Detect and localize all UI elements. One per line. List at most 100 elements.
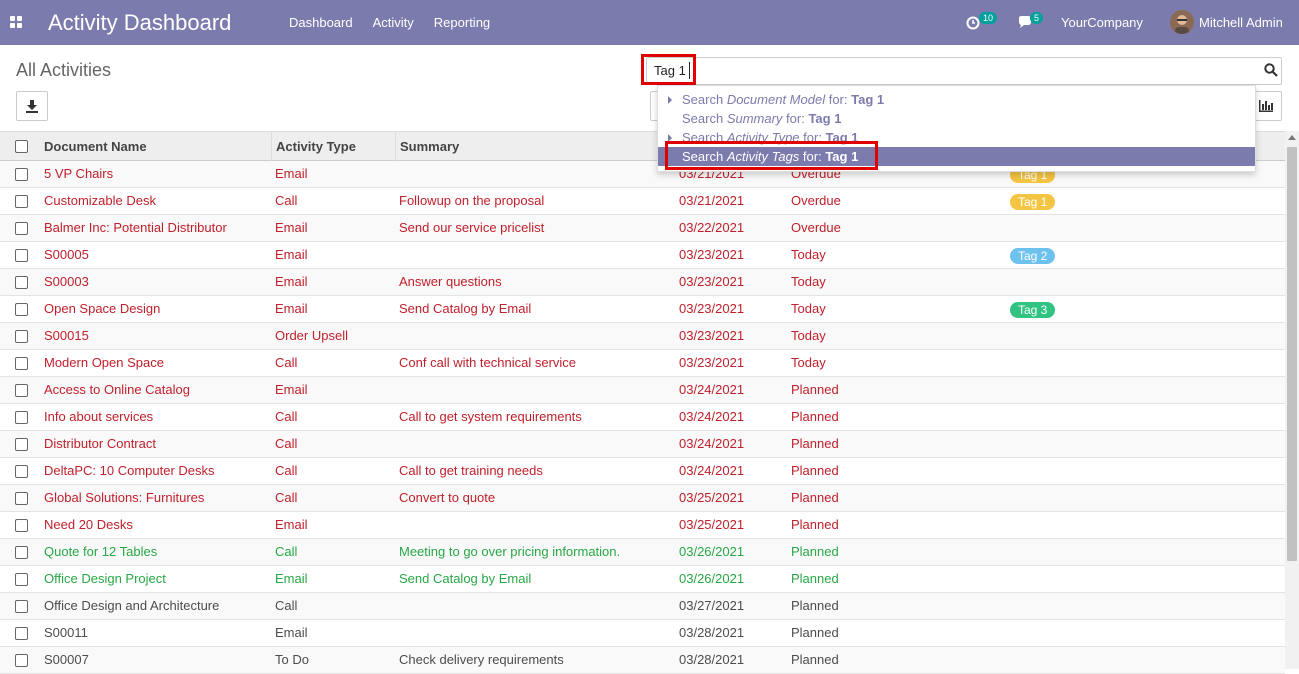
menu-item-dashboard[interactable]: Dashboard: [289, 15, 353, 30]
cell-due-date: 03/23/2021: [679, 247, 745, 262]
column-header-summary[interactable]: Summary: [395, 132, 675, 161]
row-checkbox[interactable]: [15, 384, 28, 397]
row-checkbox[interactable]: [15, 627, 28, 640]
cell-activity-type: Email: [275, 382, 308, 397]
cell-document-name[interactable]: Modern Open Space: [44, 350, 164, 376]
table-row[interactable]: S00003 Email Answer questions 03/23/2021 Tod…: [0, 269, 1285, 296]
cell-document-name[interactable]: Office Design and Architecture: [44, 593, 219, 619]
search-icon[interactable]: [1264, 63, 1278, 77]
user-menu[interactable]: Mitchell Admin: [1199, 15, 1283, 30]
app-brand[interactable]: Activity Dashboard: [48, 10, 231, 36]
row-checkbox[interactable]: [15, 600, 28, 613]
cell-state: Planned: [791, 544, 839, 559]
cell-document-name[interactable]: Info about services: [44, 404, 153, 430]
table-row[interactable]: Open Space Design Email Send Catalog by Em…: [0, 296, 1285, 323]
cell-document-name[interactable]: Office Design Project: [44, 566, 166, 592]
cell-document-name[interactable]: Quote for 12 Tables: [44, 539, 157, 565]
row-checkbox[interactable]: [15, 519, 28, 532]
cell-document-name[interactable]: Open Space Design: [44, 296, 160, 322]
row-checkbox[interactable]: [15, 195, 28, 208]
search-bar[interactable]: [646, 57, 1282, 85]
table-row[interactable]: S00011 Email 03/28/2021 Planned: [0, 620, 1285, 647]
highlight-annotation-activity-tags: [665, 141, 878, 170]
cell-document-name[interactable]: S00007: [44, 647, 89, 673]
column-header-document-name[interactable]: Document Name: [40, 132, 271, 161]
cell-document-name[interactable]: S00015: [44, 323, 89, 349]
row-checkbox[interactable]: [15, 222, 28, 235]
row-checkbox[interactable]: [15, 249, 28, 262]
row-checkbox[interactable]: [15, 573, 28, 586]
table-row[interactable]: Balmer Inc: Potential Distributor Email Se…: [0, 215, 1285, 242]
row-checkbox[interactable]: [15, 438, 28, 451]
row-checkbox[interactable]: [15, 546, 28, 559]
top-navbar: Activity Dashboard Dashboard Activity Re…: [0, 0, 1299, 45]
select-all-checkbox[interactable]: [15, 140, 28, 153]
cell-document-name[interactable]: S00011: [44, 620, 88, 646]
dropdown-item-document-model[interactable]: Search Document Model for: Tag 1: [658, 90, 1255, 109]
cell-state: Overdue: [791, 193, 841, 208]
menu-item-reporting[interactable]: Reporting: [434, 15, 490, 30]
row-checkbox[interactable]: [15, 303, 28, 316]
cell-document-name[interactable]: Customizable Desk: [44, 188, 156, 214]
activity-tag-badge: Tag 2: [1010, 248, 1056, 264]
cell-due-date: 03/24/2021: [679, 463, 745, 478]
table-row[interactable]: Modern Open Space Call Conf call with tech…: [0, 350, 1285, 377]
cell-document-name[interactable]: S00005: [44, 242, 89, 268]
download-button[interactable]: [16, 91, 48, 121]
expand-caret-icon[interactable]: [668, 96, 672, 104]
cell-summary: Followup on the proposal: [399, 193, 545, 208]
scroll-up-arrow-icon[interactable]: [1288, 135, 1296, 140]
cell-state: Today: [791, 301, 826, 316]
scrollbar-thumb[interactable]: [1287, 147, 1297, 561]
menu-item-activity[interactable]: Activity: [373, 15, 414, 30]
cell-activity-type: Call: [275, 598, 298, 613]
cell-due-date: 03/23/2021: [679, 274, 745, 289]
table-row[interactable]: Quote for 12 Tables Call Meeting to go ove…: [0, 539, 1285, 566]
table-row[interactable]: Access to Online Catalog Email 03/24/2021 P…: [0, 377, 1285, 404]
company-switcher[interactable]: YourCompany: [1061, 15, 1143, 30]
apps-menu-icon[interactable]: [10, 16, 23, 29]
cell-summary: Convert to quote: [399, 490, 496, 505]
user-avatar[interactable]: [1170, 10, 1194, 34]
row-checkbox[interactable]: [15, 465, 28, 478]
table-row[interactable]: Office Design Project Email Send Catalog b…: [0, 566, 1285, 593]
table-row[interactable]: Distributor Contract Call 03/24/2021 Planne…: [0, 431, 1285, 458]
cell-activity-type: To Do: [275, 652, 309, 667]
table-row[interactable]: Global Solutions: Furnitures Call Convert …: [0, 485, 1285, 512]
cell-activity-type: Email: [275, 274, 308, 289]
table-row[interactable]: S00005 Email 03/23/2021 Today Tag 2: [0, 242, 1285, 269]
cell-document-name[interactable]: S00003: [44, 269, 89, 295]
cell-document-name[interactable]: Access to Online Catalog: [44, 377, 190, 403]
cell-activity-type: Email: [275, 625, 308, 640]
row-checkbox[interactable]: [15, 411, 28, 424]
table-row[interactable]: Info about services Call Call to get syste…: [0, 404, 1285, 431]
cell-document-name[interactable]: Global Solutions: Furnitures: [44, 485, 204, 511]
cell-due-date: 03/22/2021: [679, 220, 745, 235]
table-row[interactable]: Customizable Desk Call Followup on the pro…: [0, 188, 1285, 215]
cell-document-name[interactable]: 5 VP Chairs: [44, 161, 113, 187]
cell-state: Planned: [791, 490, 839, 505]
cell-state: Planned: [791, 625, 839, 640]
table-row[interactable]: DeltaPC: 10 Computer Desks Call Call to ge…: [0, 458, 1285, 485]
table-row[interactable]: Need 20 Desks Email 03/25/2021 Planned: [0, 512, 1285, 539]
cell-document-name[interactable]: Distributor Contract: [44, 431, 156, 457]
column-header-activity-type[interactable]: Activity Type: [271, 132, 395, 161]
table-row[interactable]: Office Design and Architecture Call 03/27/…: [0, 593, 1285, 620]
table-row[interactable]: S00015 Order Upsell 03/23/2021 Today: [0, 323, 1285, 350]
row-checkbox[interactable]: [15, 330, 28, 343]
cell-document-name[interactable]: DeltaPC: 10 Computer Desks: [44, 458, 215, 484]
row-checkbox[interactable]: [15, 168, 28, 181]
cell-summary: Call to get system requirements: [399, 409, 582, 424]
cell-document-name[interactable]: Balmer Inc: Potential Distributor: [44, 215, 227, 241]
vertical-scrollbar[interactable]: [1285, 131, 1299, 669]
cell-state: Planned: [791, 598, 839, 613]
row-checkbox[interactable]: [15, 654, 28, 667]
row-checkbox[interactable]: [15, 357, 28, 370]
row-checkbox[interactable]: [15, 276, 28, 289]
row-checkbox[interactable]: [15, 492, 28, 505]
cell-document-name[interactable]: Need 20 Desks: [44, 512, 133, 538]
cell-summary: Send Catalog by Email: [399, 571, 532, 586]
cell-activity-type: Call: [275, 436, 298, 451]
dropdown-item-summary[interactable]: Search Summary for: Tag 1: [658, 109, 1255, 128]
table-row[interactable]: S00007 To Do Check delivery requirements 03…: [0, 647, 1285, 674]
